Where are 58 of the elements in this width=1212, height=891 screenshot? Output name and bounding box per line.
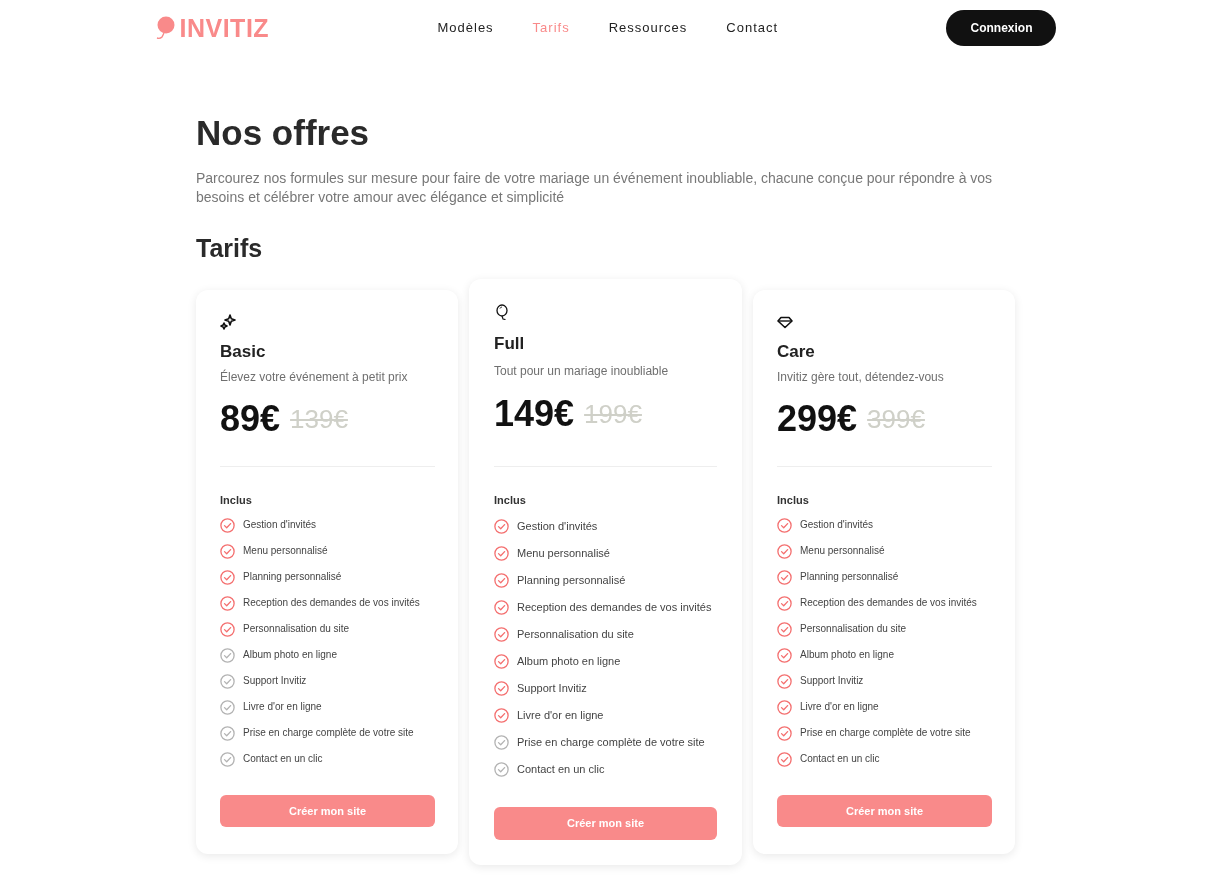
- feature-text: Personnalisation du site: [243, 622, 350, 636]
- feature-text: Contact en un clic: [517, 762, 605, 776]
- login-button[interactable]: Connexion: [946, 10, 1057, 46]
- sparkles-icon: [220, 314, 236, 330]
- plan-tagline: Tout pour un mariage inoubliable: [494, 364, 670, 379]
- feature-text: Prise en charge complète de votre site: [243, 726, 414, 740]
- feature-text: Contact en un clic: [243, 752, 323, 766]
- feature-text: Support Invitiz: [517, 681, 587, 695]
- feature-text: Prise en charge complète de votre site: [800, 726, 971, 740]
- feature-text: Reception des demandes de vos invités: [800, 596, 977, 610]
- included-label: Inclus: [777, 493, 810, 507]
- plan-price: 89€: [220, 399, 281, 439]
- plan-name: Basic: [220, 342, 267, 362]
- feature-text: Album photo en ligne: [517, 654, 621, 668]
- feature-text: Reception des demandes de vos invités: [243, 596, 420, 610]
- feature-text: Personnalisation du site: [517, 627, 634, 641]
- feature-text: Support Invitiz: [800, 674, 864, 688]
- included-label: Inclus: [220, 493, 253, 507]
- feature-text: Menu personnalisé: [243, 544, 328, 558]
- nav-link[interactable]: Contact: [726, 18, 779, 38]
- feature-text: Gestion d'invités: [800, 518, 874, 532]
- feature-text: Album photo en ligne: [243, 648, 337, 662]
- feature-text: Personnalisation du site: [800, 622, 907, 636]
- section-title: Tarifs: [196, 233, 264, 263]
- feature-text: Planning personnalisé: [800, 570, 899, 584]
- feature-text: Menu personnalisé: [800, 544, 885, 558]
- create-site-button[interactable]: Créer mon site: [494, 807, 717, 840]
- feature-text: Gestion d'invités: [243, 518, 317, 532]
- plan-name: Full: [494, 334, 526, 354]
- plan-price: 149€: [494, 394, 575, 434]
- plan-tagline: Élevez votre événement à petit prix: [220, 370, 409, 385]
- balloon-icon: [494, 304, 510, 320]
- feature-text: Livre d'or en ligne: [517, 708, 604, 722]
- feature-text: Livre d'or en ligne: [800, 700, 879, 714]
- included-label: Inclus: [494, 493, 527, 507]
- create-site-button[interactable]: Créer mon site: [220, 795, 435, 827]
- create-site-button[interactable]: Créer mon site: [777, 795, 992, 827]
- nav-link[interactable]: Tarifs: [532, 18, 570, 38]
- page-title: Nos offres: [196, 112, 371, 154]
- intro-text: Parcourez nos formules sur mesure pour faire de votre mariage un événement inoubliable, chacune conçue pour répondre à vos besoins et célébrer votre amour avec élégance et simplicité: [196, 169, 994, 207]
- feature-text: Prise en charge complète de votre site: [517, 735, 705, 749]
- feature-text: Planning personnalisé: [243, 570, 342, 584]
- feature-text: Menu personnalisé: [517, 546, 610, 560]
- plan-tagline: Invitiz gère tout, détendez-vous: [777, 370, 945, 385]
- balloon-logo-icon: [155, 16, 176, 40]
- feature-text: Planning personnalisé: [517, 573, 626, 587]
- diamond-icon: [777, 314, 793, 330]
- nav-link[interactable]: Modèles: [437, 18, 494, 38]
- nav-link[interactable]: Ressources: [608, 18, 688, 38]
- plan-name: Care: [777, 342, 816, 362]
- brand-logo[interactable]: INVITIZ: [179, 15, 270, 41]
- feature-text: Gestion d'invités: [517, 519, 598, 533]
- feature-text: Reception des demandes de vos invités: [517, 600, 712, 614]
- feature-text: Contact en un clic: [800, 752, 880, 766]
- plan-price: 299€: [777, 399, 858, 439]
- feature-text: Support Invitiz: [243, 674, 307, 688]
- feature-text: Album photo en ligne: [800, 648, 894, 662]
- feature-text: Livre d'or en ligne: [243, 700, 322, 714]
